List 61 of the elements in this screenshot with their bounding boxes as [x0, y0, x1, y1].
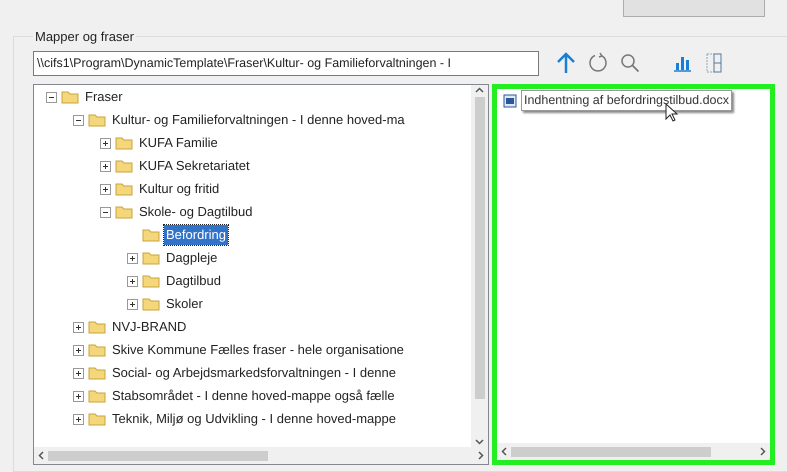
tree-item[interactable]: Skole- og Dagtilbud: [137, 202, 254, 222]
tree-item[interactable]: Stabsområdet - I denne hoved-mappe også fælle: [110, 386, 397, 406]
folder-icon: [61, 90, 79, 104]
folder-icon: [115, 182, 133, 196]
horizontal-scrollbar[interactable]: [497, 443, 770, 460]
scrollbar-thumb[interactable]: [511, 446, 711, 456]
tree-item[interactable]: Teknik, Miljø og Udvikling - I denne hoved-mappe: [110, 409, 398, 429]
expand-icon[interactable]: [100, 138, 111, 148]
tree-item[interactable]: Skoler: [164, 294, 205, 314]
up-arrow-icon[interactable]: [555, 51, 577, 75]
tree-item[interactable]: Social- og Arbejdsmarkedsforvaltningen - I denne: [110, 363, 398, 383]
collapse-icon[interactable]: [100, 206, 111, 218]
tree-item[interactable]: Kultur og fritid: [137, 179, 222, 199]
folder-icon: [115, 159, 133, 173]
folder-icon: [88, 113, 106, 127]
expand-icon[interactable]: [73, 368, 84, 378]
folder-icon: [142, 297, 160, 311]
folder-icon: [115, 136, 133, 150]
expand-icon[interactable]: [73, 322, 84, 332]
tree-item[interactable]: NVJ-BRAND: [110, 317, 188, 337]
tree-item[interactable]: KUFA Sekretariatet: [137, 156, 252, 176]
horizontal-scrollbar[interactable]: [34, 447, 488, 464]
folder-icon: [142, 251, 160, 265]
folder-icon: [88, 343, 106, 357]
expand-icon[interactable]: [73, 390, 84, 402]
folder-icon: [142, 228, 160, 242]
path-field[interactable]: \\cifs1\Program\DynamicTemplate\Fraser\Kultur- og Familieforvaltningen - I: [33, 50, 539, 76]
tree-item[interactable]: Fraser: [83, 87, 125, 107]
tree-item[interactable]: Befordring: [164, 225, 228, 245]
expand-icon[interactable]: [127, 252, 138, 264]
tree-item[interactable]: Skive Kommune Fælles fraser - hele organisatione: [110, 340, 406, 360]
expand-icon[interactable]: [100, 184, 111, 194]
scroll-down-icon[interactable]: [475, 439, 484, 445]
folder-icon: [142, 274, 160, 288]
expand-icon[interactable]: [100, 160, 111, 172]
tree-item[interactable]: KUFA Familie: [137, 133, 220, 153]
folder-icon: [88, 389, 106, 403]
scroll-right-icon[interactable]: [478, 451, 484, 460]
scroll-up-icon[interactable]: [475, 86, 484, 92]
expand-icon[interactable]: [73, 414, 84, 424]
group-title: Mapper og fraser: [34, 28, 135, 46]
vertical-scrollbar[interactable]: [471, 84, 488, 447]
scroll-right-icon[interactable]: [760, 447, 766, 456]
scroll-left-icon[interactable]: [38, 451, 44, 460]
collapse-icon[interactable]: [46, 92, 57, 102]
scroll-left-icon[interactable]: [501, 447, 507, 456]
file-item[interactable]: Indhentning af befordringstilbud.docx: [521, 90, 732, 111]
expand-icon[interactable]: [73, 344, 84, 356]
tree-item[interactable]: Kultur- og Familieforvaltningen - I denne hoved-ma: [110, 110, 407, 130]
folder-icon: [88, 320, 106, 334]
collapse-icon[interactable]: [73, 114, 84, 126]
folder-icon: [88, 412, 106, 426]
tree-item[interactable]: Dagpleje: [164, 248, 220, 268]
expand-icon[interactable]: [127, 276, 138, 286]
tree-item[interactable]: Dagtilbud: [164, 271, 223, 291]
folder-icon: [115, 205, 133, 219]
scrollbar-thumb[interactable]: [474, 96, 484, 399]
scrollbar-thumb[interactable]: [48, 450, 268, 460]
folder-icon: [88, 366, 106, 380]
document-icon: [503, 94, 517, 108]
expand-icon[interactable]: [127, 298, 138, 310]
